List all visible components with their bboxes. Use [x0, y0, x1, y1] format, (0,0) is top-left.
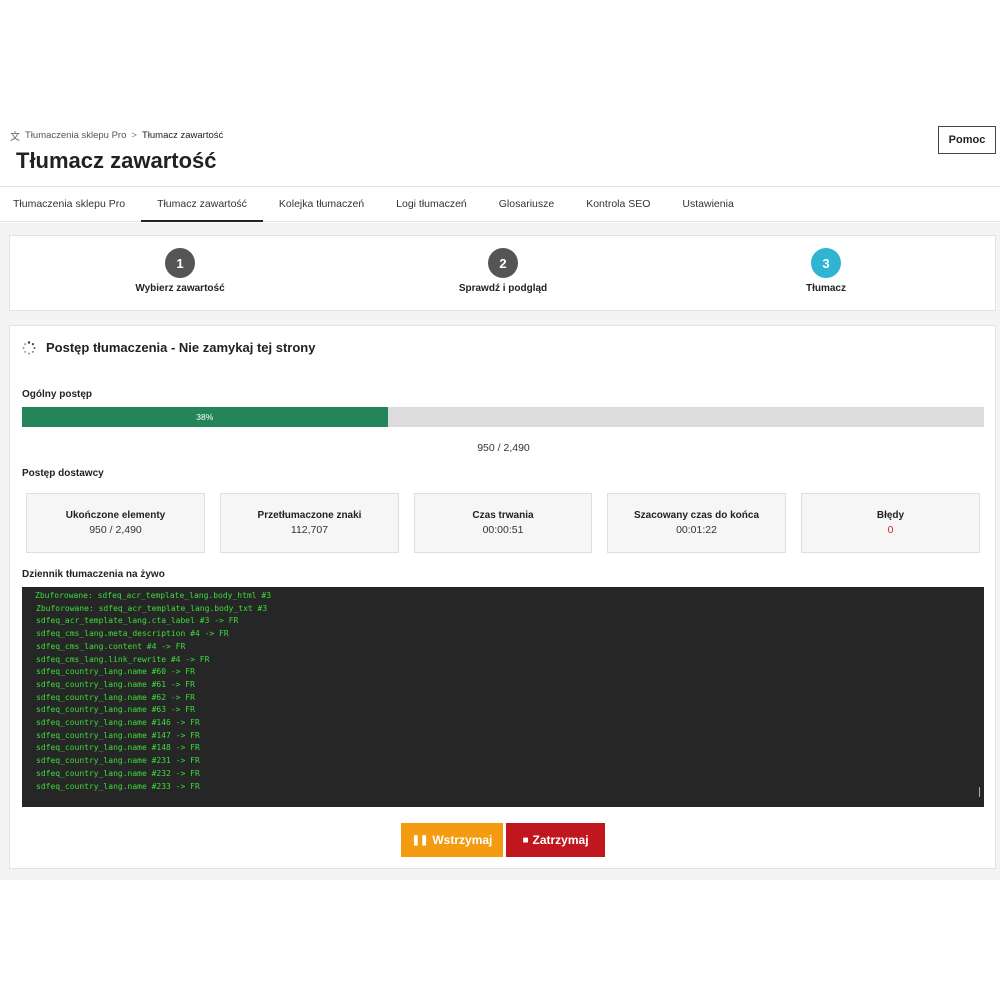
- spinner-icon: [22, 340, 36, 354]
- step-1: 1 Wybierz zawartość: [100, 248, 260, 294]
- tab-bar: Tłumaczenia sklepu Pro Tłumacz zawartość…: [0, 186, 1000, 222]
- log-line: sdfeq_country_lang.name #233 -> FR: [36, 781, 200, 791]
- panel-header: Postęp tłumaczenia - Nie zamykaj tej str…: [22, 340, 315, 355]
- stat-label: Szacowany czas do końca: [633, 510, 760, 521]
- log-line: sdfeq_country_lang.name #60 -> FR: [36, 667, 195, 677]
- live-log-label: Dziennik tłumaczenia na żywo: [22, 569, 165, 580]
- breadcrumb-current: Tłumacz zawartość: [141, 130, 224, 141]
- chevron-right-icon: >: [131, 130, 137, 141]
- page-title: Tłumacz zawartość: [16, 148, 217, 173]
- stat-value: 00:00:51: [482, 524, 524, 536]
- translation-progress-panel: Postęp tłumaczenia - Nie zamykaj tej str…: [9, 325, 996, 869]
- stat-value: 00:01:22: [676, 524, 717, 536]
- stat-value: 0: [887, 524, 894, 536]
- stat-value: 950 / 2,490: [89, 524, 142, 536]
- log-line: sdfeq_cms_lang.meta_description #4 -> FR: [36, 629, 229, 639]
- step-number: 2: [488, 248, 518, 278]
- step-number: 1: [165, 248, 195, 278]
- log-line: sdfeq_country_lang.name #147 -> FR: [36, 730, 200, 740]
- step-3: 3 Tłumacz: [746, 248, 906, 294]
- pause-button-label: Wstrzymaj: [432, 833, 493, 847]
- log-line: sdfeq_country_lang.name #146 -> FR: [36, 718, 200, 728]
- tab-translate-content[interactable]: Tłumacz zawartość: [141, 187, 263, 222]
- help-button[interactable]: Pomoc: [938, 126, 996, 154]
- log-line: sdfeq_country_lang.name #62 -> FR: [36, 692, 195, 702]
- step-label: Tłumacz: [805, 283, 846, 294]
- breadcrumb-root-link[interactable]: Tłumaczenia sklepu Pro: [25, 130, 126, 141]
- log-line: sdfeq_country_lang.name #232 -> FR: [36, 768, 200, 778]
- translate-icon: 文: [10, 132, 20, 143]
- stat-eta: Szacowany czas do końca 00:01:22: [607, 493, 786, 553]
- stat-duration: Czas trwania 00:00:51: [414, 493, 592, 553]
- log-line: sdfeq_country_lang.name #148 -> FR: [36, 743, 200, 753]
- stat-errors: Błędy 0: [801, 493, 980, 553]
- text-caret: [979, 787, 980, 797]
- stat-label: Błędy: [876, 510, 905, 521]
- stat-translated-chars: Przetłumaczone znaki 112,707: [220, 493, 399, 553]
- overall-progress-bar: 38%: [22, 407, 984, 427]
- log-line: sdfeq_cms_lang.content #4 -> FR: [36, 641, 186, 651]
- log-line: Zbuforowane: sdfeq_acr_template_lang.bod…: [36, 603, 268, 613]
- log-line: sdfeq_cms_lang.link_rewrite #4 -> FR: [36, 654, 210, 664]
- stop-icon: ■: [522, 834, 529, 846]
- progress-count: 950 / 2,490: [477, 442, 530, 454]
- log-line: sdfeq_acr_template_lang.cta_label #3 -> …: [36, 616, 239, 626]
- pause-button[interactable]: ❚❚ Wstrzymaj: [401, 823, 503, 857]
- tab-store-translations[interactable]: Tłumaczenia sklepu Pro: [0, 187, 141, 221]
- page-header: 文 Tłumaczenia sklepu Pro > Tłumacz zawar…: [0, 118, 1000, 186]
- tab-glossaries[interactable]: Glosariusze: [483, 187, 570, 221]
- stat-value: 112,707: [290, 524, 329, 536]
- stat-label: Czas trwania: [472, 510, 534, 521]
- log-line: Zbuforowane: sdfeq_acr_template_lang.bod…: [35, 591, 272, 600]
- tab-translation-queue[interactable]: Kolejka tłumaczeń: [263, 187, 380, 221]
- overall-progress-label: Ogólny postęp: [22, 389, 92, 400]
- log-line: sdfeq_country_lang.name #231 -> FR: [36, 756, 200, 766]
- pause-icon: ❚❚: [411, 834, 429, 846]
- wizard-stepper: 1 Wybierz zawartość 2 Sprawdź i podgląd …: [9, 235, 996, 311]
- step-2: 2 Sprawdź i podgląd: [423, 248, 583, 294]
- live-log-console[interactable]: Zbuforowane: sdfeq_acr_template_lang.bod…: [22, 587, 984, 807]
- stat-label: Przetłumaczone znaki: [257, 510, 362, 521]
- stat-completed-items: Ukończone elementy 950 / 2,490: [26, 493, 205, 553]
- step-label: Sprawdź i podgląd: [458, 283, 548, 294]
- stat-label: Ukończone elementy: [65, 510, 166, 521]
- tab-seo-check[interactable]: Kontrola SEO: [570, 187, 666, 221]
- log-line: sdfeq_country_lang.name #61 -> FR: [36, 679, 195, 689]
- tab-translation-logs[interactable]: Logi tłumaczeń: [380, 187, 483, 221]
- log-line: sdfeq_country_lang.name #63 -> FR: [36, 705, 195, 715]
- progress-fill: 38%: [22, 407, 388, 427]
- stop-button-label: Zatrzymaj: [532, 833, 589, 847]
- step-label: Wybierz zawartość: [135, 283, 225, 294]
- stop-button[interactable]: ■ Zatrzymaj: [506, 823, 605, 857]
- step-number: 3: [811, 248, 841, 278]
- tab-settings[interactable]: Ustawienia: [666, 187, 749, 221]
- panel-title: Postęp tłumaczenia - Nie zamykaj tej str…: [46, 340, 316, 355]
- breadcrumb: 文 Tłumaczenia sklepu Pro > Tłumacz zawar…: [10, 128, 223, 143]
- provider-progress-label: Postęp dostawcy: [22, 468, 104, 479]
